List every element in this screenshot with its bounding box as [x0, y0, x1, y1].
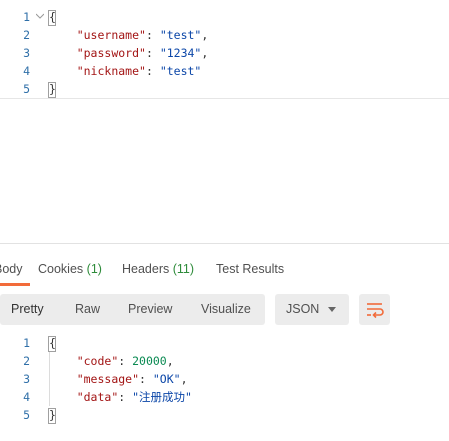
code-token-key: "username" [76, 28, 146, 42]
tab-cookies-label: Cookies [38, 262, 84, 276]
line-number: 2 [23, 354, 30, 368]
view-raw-button[interactable]: Raw [75, 294, 100, 325]
bracket-match-highlight [48, 408, 56, 424]
code-token-punct [49, 372, 77, 386]
code-text: "username": "test", [49, 26, 209, 44]
code-token-key: "data" [76, 390, 119, 404]
code-token-key: "message" [76, 372, 140, 386]
line-number: 5 [23, 408, 30, 422]
view-preview-button[interactable]: Preview [128, 294, 172, 325]
code-token-punct: , [201, 46, 209, 60]
code-text: "code": 20000, [49, 352, 174, 370]
line-number: 3 [23, 372, 30, 386]
bracket-match-highlight [48, 336, 56, 352]
pane-divider[interactable] [0, 243, 449, 244]
format-select[interactable]: JSON [275, 294, 349, 325]
cookies-count: (1) [86, 262, 102, 276]
line-number: 4 [23, 64, 30, 78]
code-token-punct: : [145, 64, 160, 78]
tab-body[interactable]: Body [0, 262, 23, 276]
tab-test-results[interactable]: Test Results [216, 262, 284, 276]
request-body-editor[interactable]: 1{2 "username": "test", 3 "password": "12… [0, 0, 449, 100]
code-token-str: "OK" [152, 372, 181, 386]
tab-body-label: Body [0, 262, 23, 276]
code-token-punct: : [145, 28, 160, 42]
bracket-match-highlight [48, 82, 56, 98]
response-body-editor[interactable]: 1{2 "code": 20000, 3 "message": "OK", 4 "d… [0, 334, 449, 434]
view-mode-segmented-control: Pretty Raw Preview Visualize [0, 294, 265, 325]
code-token-str: "test" [159, 64, 202, 78]
code-token-str: "1234" [159, 46, 202, 60]
line-number: 1 [23, 10, 30, 24]
active-tab-indicator [0, 283, 30, 286]
view-pretty-button[interactable]: Pretty [11, 294, 44, 325]
code-token-punct: : [118, 390, 133, 404]
code-token-punct: : [145, 46, 160, 60]
line-number: 5 [23, 82, 30, 96]
tab-test-results-label: Test Results [216, 262, 285, 276]
caret-down-icon [328, 307, 336, 312]
code-token-punct: : [139, 372, 153, 386]
code-token-punct: , [166, 354, 174, 368]
format-select-value: JSON [286, 302, 320, 316]
tab-cookies[interactable]: Cookies (1) [38, 262, 102, 276]
code-token-punct [49, 46, 77, 60]
code-token-num: 20000 [132, 354, 167, 368]
code-token-key: "password" [76, 46, 146, 60]
code-token-str: "注册成功" [132, 390, 192, 404]
code-text: "data": "注册成功" [49, 388, 192, 406]
code-token-punct [49, 390, 77, 404]
code-token-key: "nickname" [76, 64, 146, 78]
bracket-match-highlight [48, 10, 56, 26]
code-text: "password": "1234", [49, 44, 209, 62]
code-token-str: "test" [159, 28, 202, 42]
line-number: 2 [23, 28, 30, 42]
response-tabs: Body Cookies (1) Headers (11) Test Resul… [0, 255, 449, 286]
code-text: "nickname": "test" [49, 62, 202, 80]
tab-headers[interactable]: Headers (11) [122, 262, 194, 276]
view-visualize-button[interactable]: Visualize [201, 294, 251, 325]
text-wrap-icon [367, 303, 384, 319]
editor-bottom-border [0, 98, 449, 99]
code-token-punct: : [118, 354, 133, 368]
code-token-punct [49, 28, 77, 42]
chevron-down-icon[interactable] [36, 12, 44, 20]
code-token-key: "code" [76, 354, 119, 368]
line-number: 1 [23, 336, 30, 350]
tab-headers-label: Headers [122, 262, 170, 276]
code-token-punct [49, 64, 77, 78]
line-number: 3 [23, 46, 30, 60]
code-text: "message": "OK", [49, 370, 188, 388]
response-toolbar: Pretty Raw Preview Visualize JSON [0, 294, 449, 326]
headers-count: (11) [172, 262, 195, 276]
code-token-punct [49, 354, 77, 368]
code-token-punct: , [201, 28, 209, 42]
line-number: 4 [23, 390, 30, 404]
wrap-lines-button[interactable] [359, 294, 390, 325]
code-token-punct: , [180, 372, 188, 386]
